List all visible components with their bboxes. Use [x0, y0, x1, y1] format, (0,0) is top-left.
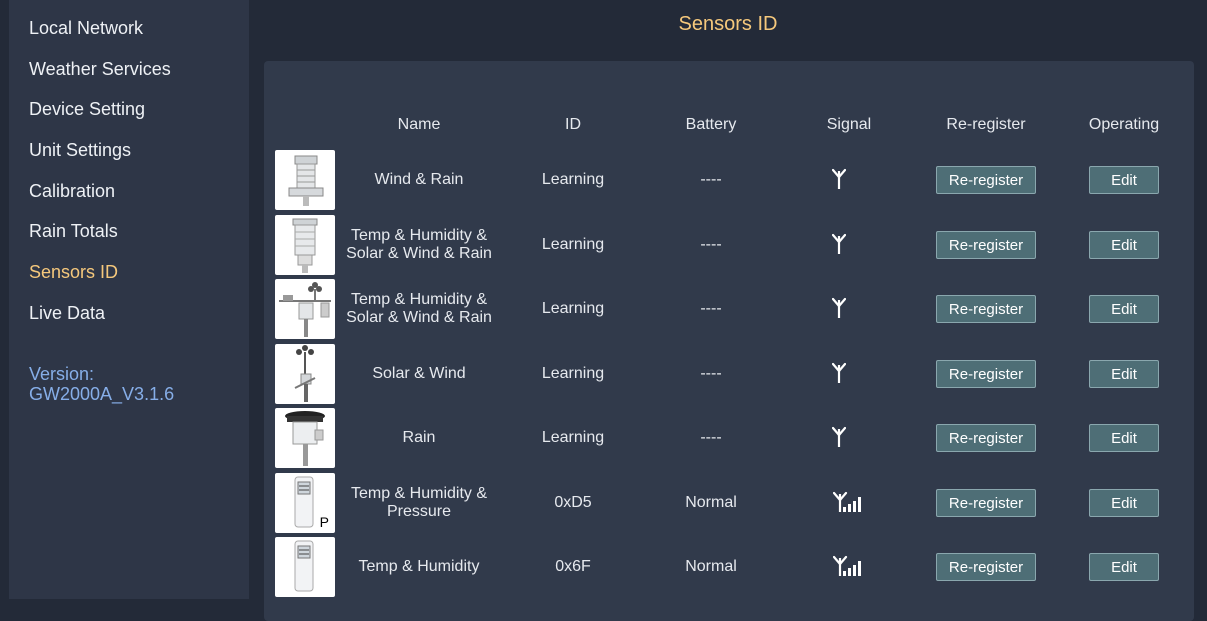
- signal-antenna-icon: [832, 362, 846, 383]
- header-signal: Signal: [826, 116, 872, 133]
- sensor-name-line1: Temp & Humidity: [358, 558, 480, 575]
- edit-button[interactable]: Edit: [1089, 295, 1159, 323]
- header-battery: Battery: [685, 116, 737, 133]
- reregister-button[interactable]: Re-register: [936, 489, 1036, 517]
- sensor-battery: ----: [700, 171, 722, 188]
- sensor-name: Solar & Wind: [334, 343, 504, 405]
- anemometer-icon: [275, 344, 335, 404]
- table-row: Wind & Rain Learning ---- Re-register Ed…: [0, 149, 1207, 211]
- sensor-id: 0x6F: [555, 558, 591, 575]
- reregister-button[interactable]: Re-register: [936, 295, 1036, 323]
- sensor-battery: Normal: [685, 558, 737, 575]
- reregister-button[interactable]: Re-register: [936, 553, 1036, 581]
- edit-button[interactable]: Edit: [1089, 360, 1159, 388]
- thermo-hygro-sensor-icon: [275, 537, 335, 597]
- sensor-name-line1: Temp & Humidity &: [350, 227, 488, 244]
- sensor-battery: ----: [700, 300, 722, 317]
- sensor-id: Learning: [541, 171, 605, 188]
- edit-button[interactable]: Edit: [1089, 166, 1159, 194]
- sensor-battery: ----: [700, 429, 722, 446]
- sensor-id: Learning: [541, 300, 605, 317]
- sensor-name: Temp & Humidity & Solar & Wind & Rain: [334, 214, 504, 276]
- rain-gauge-icon: [275, 408, 335, 468]
- sensor-name-line2: Pressure: [386, 503, 451, 520]
- sensor-name-line1: Rain: [402, 429, 436, 446]
- table-row: Rain Learning ---- Re-register Edit: [0, 407, 1207, 469]
- sensor-name-line1: Temp & Humidity &: [350, 291, 488, 308]
- signal-strength-icon: [833, 491, 861, 512]
- page-title: Sensors ID: [678, 13, 778, 35]
- sensor-id: Learning: [541, 365, 605, 382]
- sensor-name: Rain: [334, 407, 504, 469]
- cylinder-sensor-icon: [275, 215, 335, 275]
- edit-button[interactable]: Edit: [1089, 553, 1159, 581]
- sidebar-item-device-setting[interactable]: Device Setting: [29, 99, 145, 120]
- edit-button[interactable]: Edit: [1089, 489, 1159, 517]
- signal-antenna-icon: [832, 297, 846, 318]
- signal-antenna-icon: [832, 426, 846, 447]
- edit-button[interactable]: Edit: [1089, 424, 1159, 452]
- wind-rain-sensor-icon: [275, 150, 335, 210]
- table-row: Temp & Humidity & Solar & Wind & Rain Lea…: [0, 278, 1207, 340]
- signal-strength-icon: [833, 555, 861, 576]
- sensor-id: Learning: [541, 236, 605, 253]
- header-reregister: Re-register: [946, 116, 1026, 133]
- header-name: Name: [397, 116, 441, 133]
- table-row: Solar & Wind Learning ---- Re-register E…: [0, 343, 1207, 405]
- weather-station-array-icon: [275, 279, 335, 339]
- reregister-button[interactable]: Re-register: [936, 424, 1036, 452]
- sensor-name-line2: Solar & Wind & Rain: [346, 309, 492, 326]
- sensor-name: Temp & Humidity & Pressure: [334, 472, 504, 534]
- sensor-name: Temp & Humidity: [334, 536, 504, 598]
- header-id: ID: [565, 116, 581, 133]
- reregister-button[interactable]: Re-register: [936, 166, 1036, 194]
- sensor-battery: Normal: [685, 494, 737, 511]
- reregister-button[interactable]: Re-register: [936, 360, 1036, 388]
- reregister-button[interactable]: Re-register: [936, 231, 1036, 259]
- sidebar-item-weather-services[interactable]: Weather Services: [29, 59, 171, 80]
- sensor-name-line1: Wind & Rain: [374, 171, 464, 188]
- thermo-hygro-pressure-sensor-icon: P: [275, 473, 335, 533]
- table-row: P Temp & Humidity & Pressure 0xD5 Normal …: [0, 472, 1207, 534]
- sensor-id: Learning: [541, 429, 605, 446]
- image-badge: P: [319, 514, 329, 530]
- table-row: Temp & Humidity 0x6F Normal Re-register …: [0, 536, 1207, 598]
- sensor-name-line1: Solar & Wind: [372, 365, 466, 382]
- table-row: Temp & Humidity & Solar & Wind & Rain Lea…: [0, 214, 1207, 276]
- header-operating: Operating: [1088, 116, 1160, 133]
- edit-button[interactable]: Edit: [1089, 231, 1159, 259]
- sidebar-item-local-network[interactable]: Local Network: [29, 18, 143, 39]
- sensor-battery: ----: [700, 365, 722, 382]
- sensor-name: Temp & Humidity & Solar & Wind & Rain: [334, 278, 504, 340]
- sensor-name-line1: Temp & Humidity &: [350, 485, 488, 502]
- signal-antenna-icon: [832, 168, 846, 189]
- signal-antenna-icon: [832, 233, 846, 254]
- sensor-battery: ----: [700, 236, 722, 253]
- sensor-name-line2: Solar & Wind & Rain: [346, 245, 492, 262]
- sensor-name: Wind & Rain: [334, 149, 504, 211]
- sensor-id: 0xD5: [554, 494, 592, 511]
